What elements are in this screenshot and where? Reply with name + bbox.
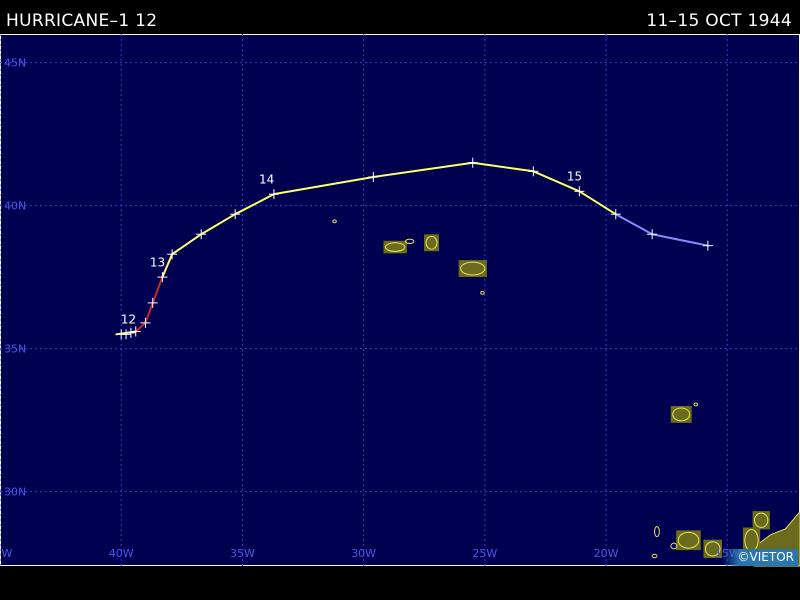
- day-label: 15: [567, 170, 582, 184]
- island-sao-miguel-shade: [458, 260, 487, 277]
- day-label: 14: [259, 173, 274, 187]
- day-label: 12: [121, 313, 136, 327]
- island-tenerife-shade: [676, 530, 701, 551]
- lon-label: 45W: [0, 547, 13, 560]
- lat-label: 40N: [4, 200, 26, 213]
- lon-label: 40W: [109, 547, 134, 560]
- lat-label: 45N: [4, 57, 26, 70]
- island-madeira-shade: [670, 405, 692, 423]
- lon-label: 35W: [230, 547, 255, 560]
- island-lanzarote-shade: [752, 511, 770, 530]
- track-map: 45W40W35W30W25W20W15W45N40N35N30N 121314…: [0, 34, 800, 567]
- day-label: 13: [150, 256, 165, 270]
- ocean-background: [0, 34, 800, 566]
- credit-badge: ©VIETOR: [721, 549, 798, 566]
- lon-label: 20W: [594, 547, 619, 560]
- lat-label: 35N: [4, 343, 26, 356]
- lat-label: 30N: [4, 486, 26, 499]
- lon-label: 30W: [351, 547, 376, 560]
- lon-label: 25W: [472, 547, 497, 560]
